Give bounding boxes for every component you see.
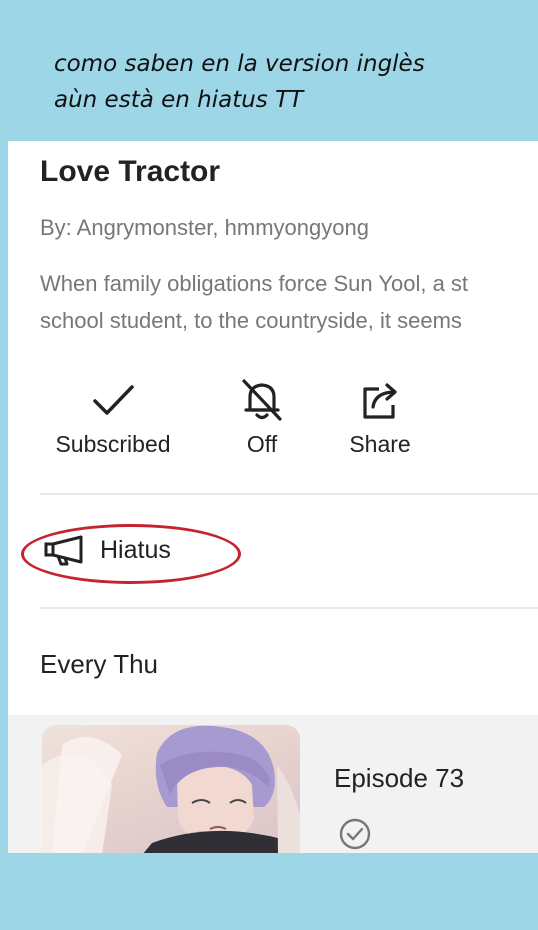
episode-title: Episode 73: [334, 763, 465, 793]
episode-list-item[interactable]: Episode 73: [8, 715, 538, 853]
description-line: school student, to the countryside, it s…: [40, 308, 462, 333]
caption-text: como saben en la version inglès aùn està…: [54, 51, 425, 113]
series-authors: By: Angrymonster, hmmyongyong: [40, 215, 369, 240]
series-title: Love Tractor: [40, 155, 221, 188]
share-button[interactable]: Share: [340, 377, 420, 458]
notifications-toggle-button[interactable]: Off: [227, 377, 297, 458]
episode-thumbnail-art: [42, 725, 300, 853]
share-icon: [363, 383, 397, 419]
description-line: When family obligations force Sun Yool, …: [40, 271, 469, 296]
subscribe-button[interactable]: Subscribed: [48, 377, 178, 458]
episode-thumbnail: [42, 725, 300, 853]
divider: [40, 607, 538, 609]
series-description: When family obligations force Sun Yool, …: [40, 265, 538, 339]
divider: [40, 493, 538, 495]
checkmark-icon: [93, 385, 134, 415]
subscribe-label: Subscribed: [55, 431, 171, 457]
hiatus-highlight-circle: [21, 524, 241, 584]
series-info-card: Love Tractor By: Angrymonster, hmmyongyo…: [8, 141, 538, 853]
share-label: Share: [349, 431, 411, 457]
check-circle-icon: [339, 818, 371, 850]
notification-off-icon: [242, 379, 282, 421]
update-schedule: Every Thu: [40, 649, 159, 679]
notifications-label: Off: [246, 431, 278, 457]
